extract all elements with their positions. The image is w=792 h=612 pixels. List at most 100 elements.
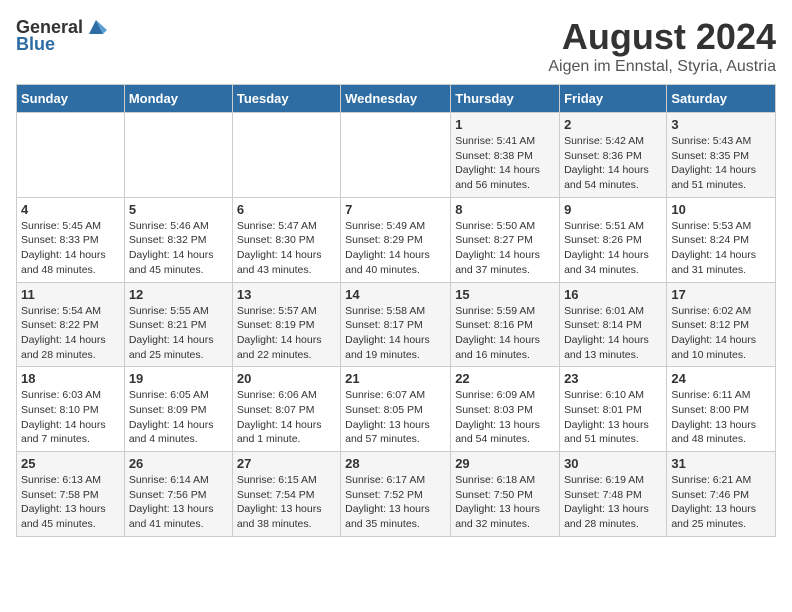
day-info: Sunrise: 5:50 AM Sunset: 8:27 PM Dayligh… — [455, 219, 555, 278]
calendar-cell: 2 Sunrise: 5:42 AM Sunset: 8:36 PM Daylig… — [560, 113, 667, 198]
day-number: 8 — [455, 202, 555, 217]
day-number: 23 — [564, 371, 662, 386]
calendar-week-row: 1 Sunrise: 5:41 AM Sunset: 8:38 PM Daylig… — [17, 113, 776, 198]
day-number: 15 — [455, 287, 555, 302]
day-number: 28 — [345, 456, 446, 471]
calendar-cell: 12Sunrise: 5:55 AM Sunset: 8:21 PM Dayli… — [124, 282, 232, 367]
calendar-cell: 24Sunrise: 6:11 AM Sunset: 8:00 PM Dayli… — [667, 367, 776, 452]
calendar-day-header: Tuesday — [232, 85, 340, 113]
day-info: Sunrise: 6:02 AM Sunset: 8:12 PM Dayligh… — [671, 304, 771, 363]
day-info: Sunrise: 6:10 AM Sunset: 8:01 PM Dayligh… — [564, 388, 662, 447]
day-number: 10 — [671, 202, 771, 217]
calendar-cell: 30 Sunrise: 6:19 AM Sunset: 7:48 PM Dayli… — [560, 452, 667, 537]
calendar-cell: 1 Sunrise: 5:41 AM Sunset: 8:38 PM Daylig… — [451, 113, 560, 198]
day-info: Sunrise: 5:43 AM Sunset: 8:35 PM Dayligh… — [671, 134, 771, 193]
day-number: 3 — [671, 117, 771, 132]
calendar-week-row: 18 Sunrise: 6:03 AM Sunset: 8:10 PM Dayli… — [17, 367, 776, 452]
day-info: Sunrise: 6:17 AM Sunset: 7:52 PM Dayligh… — [345, 473, 446, 532]
calendar-cell: 26Sunrise: 6:14 AM Sunset: 7:56 PM Dayli… — [124, 452, 232, 537]
day-info: Sunrise: 5:53 AM Sunset: 8:24 PM Dayligh… — [671, 219, 771, 278]
day-info: Sunrise: 5:58 AM Sunset: 8:17 PM Dayligh… — [345, 304, 446, 363]
day-number: 29 — [455, 456, 555, 471]
calendar-cell: 19Sunrise: 6:05 AM Sunset: 8:09 PM Dayli… — [124, 367, 232, 452]
calendar-cell: 6Sunrise: 5:47 AM Sunset: 8:30 PM Daylig… — [232, 197, 340, 282]
calendar-week-row: 11 Sunrise: 5:54 AM Sunset: 8:22 PM Dayli… — [17, 282, 776, 367]
day-number: 17 — [671, 287, 771, 302]
day-number: 7 — [345, 202, 446, 217]
calendar-table: SundayMondayTuesdayWednesdayThursdayFrid… — [16, 84, 776, 537]
day-number: 1 — [455, 117, 555, 132]
day-number: 30 — [564, 456, 662, 471]
day-number: 2 — [564, 117, 662, 132]
calendar-cell: 15Sunrise: 5:59 AM Sunset: 8:16 PM Dayli… — [451, 282, 560, 367]
logo-blue: Blue — [16, 34, 55, 55]
logo: General Blue — [16, 16, 107, 55]
day-info: Sunrise: 6:18 AM Sunset: 7:50 PM Dayligh… — [455, 473, 555, 532]
calendar-cell: 9Sunrise: 5:51 AM Sunset: 8:26 PM Daylig… — [560, 197, 667, 282]
title-block: August 2024 Aigen im Ennstal, Styria, Au… — [548, 16, 776, 76]
calendar-cell: 14 Sunrise: 5:58 AM Sunset: 8:17 PM Dayli… — [341, 282, 451, 367]
calendar-cell: 31 Sunrise: 6:21 AM Sunset: 7:46 PM Dayli… — [667, 452, 776, 537]
day-info: Sunrise: 5:41 AM Sunset: 8:38 PM Dayligh… — [455, 134, 555, 193]
day-number: 14 — [345, 287, 446, 302]
calendar-day-header: Friday — [560, 85, 667, 113]
calendar-cell: 29 Sunrise: 6:18 AM Sunset: 7:50 PM Dayli… — [451, 452, 560, 537]
calendar-cell: 18 Sunrise: 6:03 AM Sunset: 8:10 PM Dayli… — [17, 367, 125, 452]
calendar-cell: 7 Sunrise: 5:49 AM Sunset: 8:29 PM Daylig… — [341, 197, 451, 282]
calendar-cell: 11 Sunrise: 5:54 AM Sunset: 8:22 PM Dayli… — [17, 282, 125, 367]
day-info: Sunrise: 5:47 AM Sunset: 8:30 PM Dayligh… — [237, 219, 336, 278]
day-info: Sunrise: 6:15 AM Sunset: 7:54 PM Dayligh… — [237, 473, 336, 532]
page-header: General Blue August 2024 Aigen im Ennsta… — [16, 16, 776, 76]
day-number: 22 — [455, 371, 555, 386]
calendar-cell — [341, 113, 451, 198]
calendar-cell: 20 Sunrise: 6:06 AM Sunset: 8:07 PM Dayli… — [232, 367, 340, 452]
calendar-cell: 3 Sunrise: 5:43 AM Sunset: 8:35 PM Daylig… — [667, 113, 776, 198]
day-info: Sunrise: 5:49 AM Sunset: 8:29 PM Dayligh… — [345, 219, 446, 278]
calendar-cell: 27 Sunrise: 6:15 AM Sunset: 7:54 PM Dayli… — [232, 452, 340, 537]
calendar-cell: 5Sunrise: 5:46 AM Sunset: 8:32 PM Daylig… — [124, 197, 232, 282]
day-number: 20 — [237, 371, 336, 386]
day-number: 16 — [564, 287, 662, 302]
calendar-cell: 10 Sunrise: 5:53 AM Sunset: 8:24 PM Dayli… — [667, 197, 776, 282]
day-number: 25 — [21, 456, 120, 471]
day-info: Sunrise: 6:13 AM Sunset: 7:58 PM Dayligh… — [21, 473, 120, 532]
calendar-cell: 28 Sunrise: 6:17 AM Sunset: 7:52 PM Dayli… — [341, 452, 451, 537]
calendar-cell — [232, 113, 340, 198]
day-info: Sunrise: 6:06 AM Sunset: 8:07 PM Dayligh… — [237, 388, 336, 447]
calendar-cell: 13Sunrise: 5:57 AM Sunset: 8:19 PM Dayli… — [232, 282, 340, 367]
day-info: Sunrise: 6:11 AM Sunset: 8:00 PM Dayligh… — [671, 388, 771, 447]
calendar-cell: 4 Sunrise: 5:45 AM Sunset: 8:33 PM Daylig… — [17, 197, 125, 282]
logo-icon — [85, 16, 107, 38]
calendar-week-row: 25 Sunrise: 6:13 AM Sunset: 7:58 PM Dayli… — [17, 452, 776, 537]
day-info: Sunrise: 6:21 AM Sunset: 7:46 PM Dayligh… — [671, 473, 771, 532]
day-info: Sunrise: 6:19 AM Sunset: 7:48 PM Dayligh… — [564, 473, 662, 532]
calendar-week-row: 4 Sunrise: 5:45 AM Sunset: 8:33 PM Daylig… — [17, 197, 776, 282]
day-info: Sunrise: 5:45 AM Sunset: 8:33 PM Dayligh… — [21, 219, 120, 278]
calendar-day-header: Wednesday — [341, 85, 451, 113]
day-info: Sunrise: 6:07 AM Sunset: 8:05 PM Dayligh… — [345, 388, 446, 447]
day-number: 31 — [671, 456, 771, 471]
day-number: 27 — [237, 456, 336, 471]
day-number: 18 — [21, 371, 120, 386]
day-number: 13 — [237, 287, 336, 302]
day-info: Sunrise: 5:55 AM Sunset: 8:21 PM Dayligh… — [129, 304, 228, 363]
subtitle: Aigen im Ennstal, Styria, Austria — [548, 58, 776, 76]
day-number: 21 — [345, 371, 446, 386]
calendar-day-header: Thursday — [451, 85, 560, 113]
day-info: Sunrise: 6:01 AM Sunset: 8:14 PM Dayligh… — [564, 304, 662, 363]
day-info: Sunrise: 5:42 AM Sunset: 8:36 PM Dayligh… — [564, 134, 662, 193]
calendar-cell: 8 Sunrise: 5:50 AM Sunset: 8:27 PM Daylig… — [451, 197, 560, 282]
day-number: 4 — [21, 202, 120, 217]
calendar-cell: 16 Sunrise: 6:01 AM Sunset: 8:14 PM Dayli… — [560, 282, 667, 367]
day-info: Sunrise: 5:54 AM Sunset: 8:22 PM Dayligh… — [21, 304, 120, 363]
calendar-cell: 25 Sunrise: 6:13 AM Sunset: 7:58 PM Dayli… — [17, 452, 125, 537]
calendar-cell: 23 Sunrise: 6:10 AM Sunset: 8:01 PM Dayli… — [560, 367, 667, 452]
calendar-cell: 22Sunrise: 6:09 AM Sunset: 8:03 PM Dayli… — [451, 367, 560, 452]
calendar-header-row: SundayMondayTuesdayWednesdayThursdayFrid… — [17, 85, 776, 113]
day-info: Sunrise: 5:46 AM Sunset: 8:32 PM Dayligh… — [129, 219, 228, 278]
calendar-cell — [17, 113, 125, 198]
day-number: 9 — [564, 202, 662, 217]
day-info: Sunrise: 6:14 AM Sunset: 7:56 PM Dayligh… — [129, 473, 228, 532]
day-number: 11 — [21, 287, 120, 302]
day-info: Sunrise: 6:03 AM Sunset: 8:10 PM Dayligh… — [21, 388, 120, 447]
